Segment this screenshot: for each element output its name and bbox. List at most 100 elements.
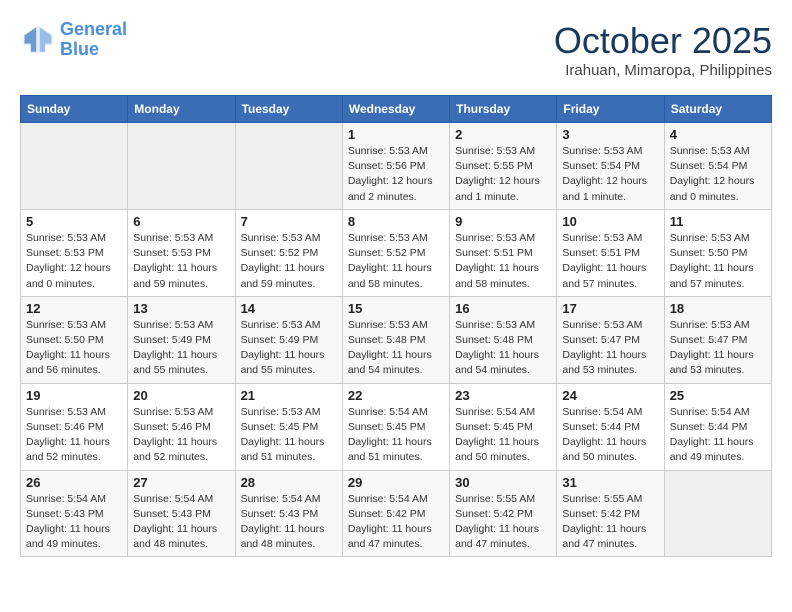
calendar-day-cell: 12 Sunrise: 5:53 AMSunset: 5:50 PMDayligh…: [21, 296, 128, 383]
calendar-day-cell: 24Sunrise: 5:54 AMSunset: 5:44 PMDayligh…: [557, 383, 664, 470]
calendar-empty-cell: [235, 123, 342, 210]
calendar-day-cell: 3Sunrise: 5:53 AMSunset: 5:54 PMDaylight…: [557, 123, 664, 210]
calendar-day-cell: 26Sunrise: 5:54 AMSunset: 5:43 PMDayligh…: [21, 470, 128, 557]
day-info: Sunrise: 5:53 AMSunset: 5:51 PMDaylight:…: [455, 231, 551, 292]
day-info: Sunrise: 5:54 AMSunset: 5:44 PMDaylight:…: [670, 405, 766, 466]
day-number: 29: [348, 475, 444, 490]
day-number: 4: [670, 127, 766, 142]
calendar-week-row: 1Sunrise: 5:53 AMSunset: 5:56 PMDaylight…: [21, 123, 772, 210]
day-number: 24: [562, 388, 658, 403]
logo: General Blue: [20, 20, 127, 60]
day-number: 30: [455, 475, 551, 490]
calendar-day-cell: 20 Sunrise: 5:53 AMSunset: 5:46 PMDayligh…: [128, 383, 235, 470]
calendar-day-cell: 27Sunrise: 5:54 AMSunset: 5:43 PMDayligh…: [128, 470, 235, 557]
calendar-day-cell: 7 Sunrise: 5:53 AMSunset: 5:52 PMDaylight…: [235, 209, 342, 296]
day-info: Sunrise: 5:54 AMSunset: 5:45 PMDaylight:…: [455, 405, 551, 466]
day-number: 11: [670, 214, 766, 229]
calendar-day-cell: 2Sunrise: 5:53 AMSunset: 5:55 PMDaylight…: [450, 123, 557, 210]
day-number: 31: [562, 475, 658, 490]
calendar-day-cell: 1Sunrise: 5:53 AMSunset: 5:56 PMDaylight…: [342, 123, 449, 210]
day-of-week-header: Monday: [128, 96, 235, 123]
day-info: Sunrise: 5:53 AMSunset: 5:55 PMDaylight:…: [455, 144, 551, 205]
day-number: 21: [241, 388, 337, 403]
calendar-day-cell: 25 Sunrise: 5:54 AMSunset: 5:44 PMDayligh…: [664, 383, 771, 470]
calendar-day-cell: 21 Sunrise: 5:53 AMSunset: 5:45 PMDayligh…: [235, 383, 342, 470]
day-info: Sunrise: 5:53 AMSunset: 5:52 PMDaylight:…: [348, 231, 444, 292]
day-info: Sunrise: 5:53 AMSunset: 5:54 PMDaylight:…: [562, 144, 658, 205]
calendar-week-row: 26Sunrise: 5:54 AMSunset: 5:43 PMDayligh…: [21, 470, 772, 557]
calendar-day-cell: 16 Sunrise: 5:53 AMSunset: 5:48 PMDayligh…: [450, 296, 557, 383]
calendar-day-cell: 17 Sunrise: 5:53 AMSunset: 5:47 PMDayligh…: [557, 296, 664, 383]
day-info: Sunrise: 5:54 AMSunset: 5:42 PMDaylight:…: [348, 492, 444, 553]
day-of-week-header: Friday: [557, 96, 664, 123]
calendar-day-cell: 15Sunrise: 5:53 AMSunset: 5:48 PMDayligh…: [342, 296, 449, 383]
day-number: 1: [348, 127, 444, 142]
day-of-week-header: Sunday: [21, 96, 128, 123]
day-number: 14: [241, 301, 337, 316]
calendar-empty-cell: [664, 470, 771, 557]
day-info: Sunrise: 5:54 AMSunset: 5:43 PMDaylight:…: [26, 492, 122, 553]
day-info: Sunrise: 5:55 AMSunset: 5:42 PMDaylight:…: [562, 492, 658, 553]
calendar-header-row: SundayMondayTuesdayWednesdayThursdayFrid…: [21, 96, 772, 123]
page-header: General Blue October 2025 Irahuan, Mimar…: [20, 20, 772, 79]
day-number: 10: [562, 214, 658, 229]
month-title: October 2025: [554, 20, 772, 62]
day-info: Sunrise: 5:53 AMSunset: 5:48 PMDaylight:…: [455, 318, 551, 379]
calendar-empty-cell: [128, 123, 235, 210]
day-number: 25: [670, 388, 766, 403]
day-number: 12: [26, 301, 122, 316]
day-number: 18: [670, 301, 766, 316]
logo-text: General Blue: [60, 20, 127, 60]
day-number: 7: [241, 214, 337, 229]
day-info: Sunrise: 5:53 AMSunset: 5:53 PMDaylight:…: [26, 231, 122, 292]
day-number: 19: [26, 388, 122, 403]
calendar-day-cell: 8 Sunrise: 5:53 AMSunset: 5:52 PMDaylight…: [342, 209, 449, 296]
day-number: 17: [562, 301, 658, 316]
day-info: Sunrise: 5:53 AMSunset: 5:51 PMDaylight:…: [562, 231, 658, 292]
calendar-day-cell: 22 Sunrise: 5:54 AMSunset: 5:45 PMDayligh…: [342, 383, 449, 470]
calendar-day-cell: 13 Sunrise: 5:53 AMSunset: 5:49 PMDayligh…: [128, 296, 235, 383]
location: Irahuan, Mimaropa, Philippines: [554, 62, 772, 79]
calendar-week-row: 5Sunrise: 5:53 AMSunset: 5:53 PMDaylight…: [21, 209, 772, 296]
day-of-week-header: Thursday: [450, 96, 557, 123]
calendar-day-cell: 29 Sunrise: 5:54 AMSunset: 5:42 PMDayligh…: [342, 470, 449, 557]
day-number: 27: [133, 475, 229, 490]
day-info: Sunrise: 5:53 AMSunset: 5:52 PMDaylight:…: [241, 231, 337, 292]
day-number: 23: [455, 388, 551, 403]
day-info: Sunrise: 5:55 AMSunset: 5:42 PMDaylight:…: [455, 492, 551, 553]
calendar-day-cell: 14 Sunrise: 5:53 AMSunset: 5:49 PMDayligh…: [235, 296, 342, 383]
calendar-day-cell: 10 Sunrise: 5:53 AMSunset: 5:51 PMDayligh…: [557, 209, 664, 296]
day-info: Sunrise: 5:53 AMSunset: 5:46 PMDaylight:…: [133, 405, 229, 466]
day-info: Sunrise: 5:53 AMSunset: 5:45 PMDaylight:…: [241, 405, 337, 466]
day-number: 6: [133, 214, 229, 229]
day-info: Sunrise: 5:54 AMSunset: 5:45 PMDaylight:…: [348, 405, 444, 466]
day-info: Sunrise: 5:53 AMSunset: 5:46 PMDaylight:…: [26, 405, 122, 466]
day-number: 9: [455, 214, 551, 229]
calendar-week-row: 12 Sunrise: 5:53 AMSunset: 5:50 PMDayligh…: [21, 296, 772, 383]
day-number: 8: [348, 214, 444, 229]
calendar-day-cell: 5Sunrise: 5:53 AMSunset: 5:53 PMDaylight…: [21, 209, 128, 296]
day-info: Sunrise: 5:53 AMSunset: 5:49 PMDaylight:…: [241, 318, 337, 379]
day-info: Sunrise: 5:53 AMSunset: 5:49 PMDaylight:…: [133, 318, 229, 379]
logo-icon: [20, 22, 56, 58]
day-number: 13: [133, 301, 229, 316]
day-number: 16: [455, 301, 551, 316]
day-info: Sunrise: 5:53 AMSunset: 5:47 PMDaylight:…: [670, 318, 766, 379]
calendar-day-cell: 19 Sunrise: 5:53 AMSunset: 5:46 PMDayligh…: [21, 383, 128, 470]
calendar-table: SundayMondayTuesdayWednesdayThursdayFrid…: [20, 95, 772, 557]
day-number: 15: [348, 301, 444, 316]
calendar-day-cell: 6Sunrise: 5:53 AMSunset: 5:53 PMDaylight…: [128, 209, 235, 296]
day-number: 22: [348, 388, 444, 403]
calendar-day-cell: 4 Sunrise: 5:53 AMSunset: 5:54 PMDaylight…: [664, 123, 771, 210]
day-number: 20: [133, 388, 229, 403]
day-info: Sunrise: 5:54 AMSunset: 5:43 PMDaylight:…: [241, 492, 337, 553]
day-of-week-header: Saturday: [664, 96, 771, 123]
day-info: Sunrise: 5:53 AMSunset: 5:47 PMDaylight:…: [562, 318, 658, 379]
day-info: Sunrise: 5:53 AMSunset: 5:54 PMDaylight:…: [670, 144, 766, 205]
calendar-week-row: 19 Sunrise: 5:53 AMSunset: 5:46 PMDayligh…: [21, 383, 772, 470]
calendar-day-cell: 28 Sunrise: 5:54 AMSunset: 5:43 PMDayligh…: [235, 470, 342, 557]
day-info: Sunrise: 5:53 AMSunset: 5:50 PMDaylight:…: [670, 231, 766, 292]
calendar-day-cell: 18 Sunrise: 5:53 AMSunset: 5:47 PMDayligh…: [664, 296, 771, 383]
day-number: 28: [241, 475, 337, 490]
day-info: Sunrise: 5:53 AMSunset: 5:50 PMDaylight:…: [26, 318, 122, 379]
